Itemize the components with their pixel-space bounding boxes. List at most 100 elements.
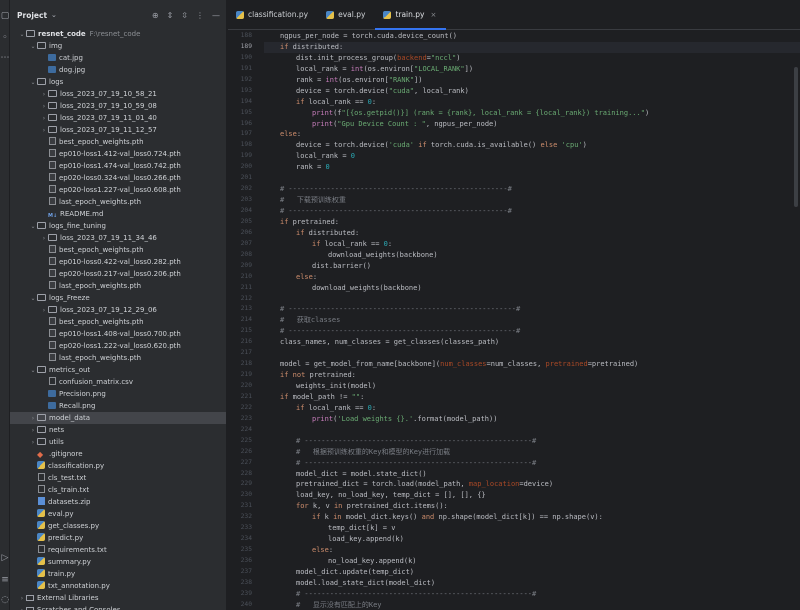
- code-line[interactable]: [264, 425, 800, 436]
- code-lines[interactable]: ngpus_per_node = torch.cuda.device_count…: [264, 31, 800, 610]
- tree-item[interactable]: M↓ README.md: [10, 208, 226, 220]
- code-line[interactable]: model = get_model_from_name[backbone](nu…: [264, 359, 800, 370]
- code-line[interactable]: # --------------------------------------…: [264, 326, 800, 337]
- tree-item[interactable]: ⌄ metrics_out: [10, 364, 226, 376]
- code-line[interactable]: # --------------------------------------…: [264, 589, 800, 600]
- code-line[interactable]: model_dict.update(temp_dict): [264, 567, 800, 578]
- tree-item[interactable]: train.py: [10, 568, 226, 580]
- tree-item[interactable]: best_epoch_weights.pth: [10, 244, 226, 256]
- code-line[interactable]: if distributed:: [264, 228, 800, 239]
- code-line[interactable]: # --------------------------------------…: [264, 458, 800, 469]
- code-line[interactable]: if k in model_dict.keys() and np.shape(m…: [264, 512, 800, 523]
- tree-item[interactable]: › nets: [10, 424, 226, 436]
- code-line[interactable]: # --------------------------------------…: [264, 436, 800, 447]
- tree-item[interactable]: ep020-loss0.324-val_loss0.266.pth: [10, 172, 226, 184]
- collapse-all-icon[interactable]: ⇳: [181, 11, 188, 20]
- tree-item[interactable]: best_epoch_weights.pth: [10, 316, 226, 328]
- code-line[interactable]: model.load_state_dict(model_dict): [264, 578, 800, 589]
- code-line[interactable]: dist.init_process_group(backend="nccl"): [264, 53, 800, 64]
- code-line[interactable]: # --------------------------------------…: [264, 304, 800, 315]
- commit-tool-icon[interactable]: ◦: [0, 32, 10, 44]
- services-tool-icon[interactable]: ▷: [0, 552, 10, 564]
- tree-item[interactable]: › Scratches and Consoles: [10, 604, 226, 610]
- tab-train-py[interactable]: train.py ×: [375, 0, 447, 30]
- code-line[interactable]: rank = int(os.environ["RANK"]): [264, 75, 800, 86]
- tree-item[interactable]: cat.jpg: [10, 52, 226, 64]
- layers-tool-icon[interactable]: ≡: [0, 574, 10, 586]
- code-line[interactable]: temp_dict[k] = v: [264, 523, 800, 534]
- tree-item[interactable]: requirements.txt: [10, 544, 226, 556]
- code-line[interactable]: else:: [264, 272, 800, 283]
- tree-item[interactable]: cls_test.txt: [10, 472, 226, 484]
- code-line[interactable]: if pretrained:: [264, 217, 800, 228]
- code-line[interactable]: # 下载预训练权重: [264, 195, 800, 206]
- code-line[interactable]: load_key.append(k): [264, 534, 800, 545]
- code-line[interactable]: dist.barrier(): [264, 261, 800, 272]
- chevron-right-icon[interactable]: ›: [18, 605, 26, 610]
- code-line[interactable]: if model_path != "":: [264, 392, 800, 403]
- code-area[interactable]: 188 189 190 191 192 193 194 195 196 197 198 199 200 2…: [228, 31, 800, 610]
- tree-item[interactable]: predict.py: [10, 532, 226, 544]
- tree-item[interactable]: › loss_2023_07_19_10_59_08: [10, 100, 226, 112]
- hide-panel-icon[interactable]: —: [212, 11, 220, 20]
- code-line[interactable]: # 显示没有匹配上的Key: [264, 600, 800, 610]
- code-line[interactable]: # --------------------------------------…: [264, 206, 800, 217]
- tree-item[interactable]: ep010-loss1.412-val_loss0.724.pth: [10, 148, 226, 160]
- locate-icon[interactable]: ⊕: [152, 11, 159, 20]
- tree-item[interactable]: get_classes.py: [10, 520, 226, 532]
- tree-item[interactable]: last_epoch_weights.pth: [10, 352, 226, 364]
- project-tool-icon[interactable]: ▢: [0, 10, 10, 22]
- code-line[interactable]: if local_rank == 0:: [264, 239, 800, 250]
- tab-classification-py[interactable]: classification.py: [228, 0, 318, 29]
- code-line[interactable]: if not pretrained:: [264, 370, 800, 381]
- code-line[interactable]: print("Gpu Device Count : ", ngpus_per_n…: [264, 119, 800, 130]
- code-line[interactable]: # --------------------------------------…: [264, 184, 800, 195]
- tree-item[interactable]: ⌄ img: [10, 40, 226, 52]
- tree-item[interactable]: classification.py: [10, 460, 226, 472]
- tree-item[interactable]: ep020-loss0.217-val_loss0.206.pth: [10, 268, 226, 280]
- editor-scrollbar[interactable]: [794, 67, 798, 207]
- tree-item[interactable]: ep020-loss1.222-val_loss0.620.pth: [10, 340, 226, 352]
- code-line[interactable]: if distributed:: [264, 41, 800, 53]
- tree-root[interactable]: ⌄ resnet_code F:\resnet_code: [10, 28, 226, 40]
- code-line[interactable]: download_weights(backbone): [264, 250, 800, 261]
- tree-item[interactable]: ⌄ logs: [10, 76, 226, 88]
- code-line[interactable]: weights_init(model): [264, 381, 800, 392]
- tree-item[interactable]: last_epoch_weights.pth: [10, 280, 226, 292]
- project-title[interactable]: Project: [17, 11, 47, 20]
- tree-item[interactable]: best_epoch_weights.pth: [10, 136, 226, 148]
- tree-item[interactable]: › model_data: [10, 412, 226, 424]
- tree-item[interactable]: › loss_2023_07_19_11_12_57: [10, 124, 226, 136]
- tree-item[interactable]: ep010-loss1.474-val_loss0.742.pth: [10, 160, 226, 172]
- code-line[interactable]: # 获取classes: [264, 315, 800, 326]
- tree-item[interactable]: ep010-loss1.408-val_loss0.700.pth: [10, 328, 226, 340]
- code-line[interactable]: else:: [264, 129, 800, 140]
- tab-eval-py[interactable]: eval.py: [318, 0, 375, 29]
- code-line[interactable]: local_rank = 0: [264, 151, 800, 162]
- tree-item[interactable]: › External Libraries: [10, 592, 226, 604]
- code-line[interactable]: [264, 173, 800, 184]
- more-options-icon[interactable]: ⋮: [196, 11, 204, 20]
- code-line[interactable]: # 根据预训练权重的Key和模型的Key进行加载: [264, 447, 800, 458]
- code-line[interactable]: ngpus_per_node = torch.cuda.device_count…: [264, 31, 800, 42]
- expand-all-icon[interactable]: ⇕: [167, 11, 174, 20]
- code-line[interactable]: model_dict = model.state_dict(): [264, 469, 800, 480]
- code-line[interactable]: local_rank = int(os.environ["LOCAL_RANK"…: [264, 64, 800, 75]
- tree-item[interactable]: › utils: [10, 436, 226, 448]
- code-line[interactable]: device = torch.device("cuda", local_rank…: [264, 86, 800, 97]
- tree-item[interactable]: datasets.zip: [10, 496, 226, 508]
- tree-item[interactable]: › loss_2023_07_19_11_34_46: [10, 232, 226, 244]
- code-line[interactable]: for k, v in pretrained_dict.items():: [264, 501, 800, 512]
- code-line[interactable]: pretrained_dict = torch.load(model_path,…: [264, 479, 800, 490]
- tree-item[interactable]: › loss_2023_07_19_11_01_40: [10, 112, 226, 124]
- code-line[interactable]: if local_rank == 0:: [264, 403, 800, 414]
- tree-item[interactable]: ⌄ logs_fine_tuning: [10, 220, 226, 232]
- tree-item[interactable]: ◆ .gitignore: [10, 448, 226, 460]
- tree-item[interactable]: confusion_matrix.csv: [10, 376, 226, 388]
- tree-item[interactable]: ep010-loss0.422-val_loss0.282.pth: [10, 256, 226, 268]
- tree-item[interactable]: ep020-loss1.227-val_loss0.608.pth: [10, 184, 226, 196]
- code-line[interactable]: load_key, no_load_key, temp_dict = [], […: [264, 490, 800, 501]
- tree-item[interactable]: cls_train.txt: [10, 484, 226, 496]
- code-line[interactable]: class_names, num_classes = get_classes(c…: [264, 337, 800, 348]
- tree-item[interactable]: dog.jpg: [10, 64, 226, 76]
